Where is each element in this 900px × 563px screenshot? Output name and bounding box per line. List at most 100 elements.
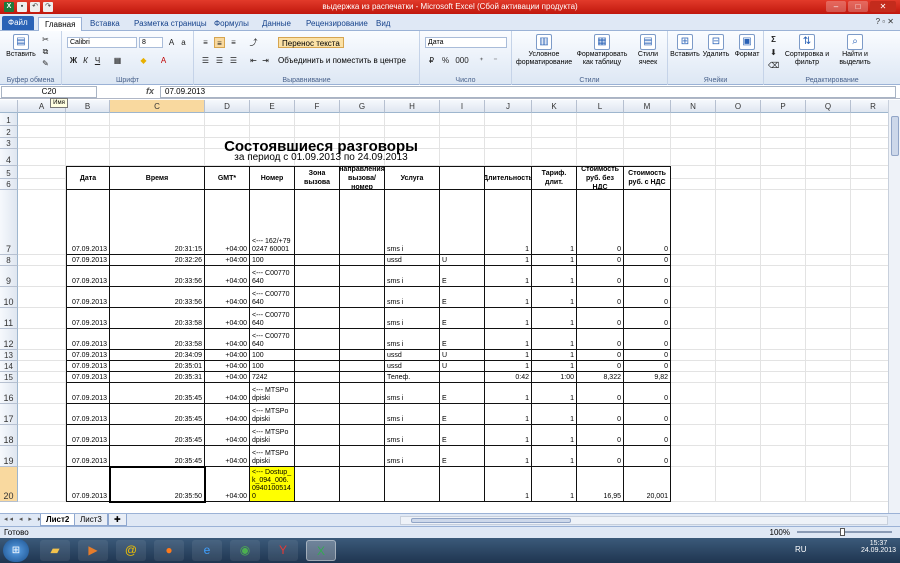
- empty-cell[interactable]: [761, 372, 806, 383]
- column-header-O[interactable]: O: [716, 100, 761, 113]
- zone-dir-cell[interactable]: [340, 361, 385, 372]
- flag-cell[interactable]: E: [440, 404, 485, 425]
- service-cell[interactable]: sms i: [385, 308, 440, 329]
- row-header-4[interactable]: 4: [0, 149, 18, 166]
- flag-cell[interactable]: E: [440, 329, 485, 350]
- system-clock[interactable]: 15:37 24.09.2013: [861, 540, 896, 554]
- time-cell[interactable]: 20:35:45: [110, 446, 205, 467]
- empty-cell[interactable]: [66, 149, 110, 166]
- empty-cell[interactable]: [671, 255, 716, 266]
- zone-dir-cell[interactable]: [340, 446, 385, 467]
- empty-cell[interactable]: [806, 467, 851, 502]
- number-cell[interactable]: <--- Dostup_k_094_006.09401005140: [250, 467, 295, 502]
- empty-cell[interactable]: [716, 446, 761, 467]
- duration-cell[interactable]: 1: [485, 361, 532, 372]
- empty-cell[interactable]: [806, 446, 851, 467]
- cost-no-vat-cell[interactable]: 0: [577, 383, 624, 404]
- date-cell[interactable]: 07.09.2013: [66, 425, 110, 446]
- column-header-L[interactable]: L: [577, 100, 624, 113]
- cost-vat-cell[interactable]: 0: [624, 287, 671, 308]
- number-cell[interactable]: <--- C00770640: [250, 287, 295, 308]
- empty-cell[interactable]: [205, 113, 250, 126]
- yandex-browser-icon[interactable]: Y: [268, 540, 298, 561]
- empty-cell[interactable]: [716, 138, 761, 149]
- row-header-9[interactable]: 9: [0, 266, 18, 287]
- find-select-button[interactable]: ⌕ Найти и выделить: [832, 34, 878, 67]
- date-cell[interactable]: 07.09.2013: [66, 266, 110, 287]
- date-cell[interactable]: 07.09.2013: [66, 372, 110, 383]
- number-cell[interactable]: <--- MTSPodpiski: [250, 425, 295, 446]
- service-cell[interactable]: ussd: [385, 255, 440, 266]
- empty-cell[interactable]: [250, 113, 295, 126]
- empty-cell[interactable]: [18, 287, 66, 308]
- empty-cell[interactable]: [18, 446, 66, 467]
- time-cell[interactable]: 20:33:58: [110, 308, 205, 329]
- row-header-12[interactable]: 12: [0, 329, 18, 350]
- underline-button[interactable]: Ч: [92, 55, 103, 66]
- empty-cell[interactable]: [205, 126, 250, 138]
- gmt-cell[interactable]: +04:00: [205, 329, 250, 350]
- empty-cell[interactable]: [851, 467, 888, 502]
- empty-cell[interactable]: [671, 126, 716, 138]
- cost-no-vat-cell[interactable]: 0: [577, 350, 624, 361]
- empty-cell[interactable]: [671, 179, 716, 190]
- start-button[interactable]: ⊞: [3, 539, 29, 562]
- date-cell[interactable]: 07.09.2013: [66, 467, 110, 502]
- empty-cell[interactable]: [250, 126, 295, 138]
- empty-cell[interactable]: [18, 190, 66, 255]
- gmt-cell[interactable]: +04:00: [205, 404, 250, 425]
- empty-cell[interactable]: [716, 372, 761, 383]
- zone-dir-cell[interactable]: [340, 287, 385, 308]
- empty-cell[interactable]: [806, 404, 851, 425]
- row-header-5[interactable]: 5: [0, 166, 18, 179]
- empty-cell[interactable]: [18, 467, 66, 502]
- cost-no-vat-cell[interactable]: 0: [577, 425, 624, 446]
- cost-no-vat-cell[interactable]: 0: [577, 266, 624, 287]
- cost-vat-cell[interactable]: 0: [624, 308, 671, 329]
- date-cell[interactable]: 07.09.2013: [66, 404, 110, 425]
- zone-dir-cell[interactable]: [340, 350, 385, 361]
- service-cell[interactable]: ussd: [385, 361, 440, 372]
- duration-cell[interactable]: 1: [485, 446, 532, 467]
- row-header-6[interactable]: 6: [0, 179, 18, 190]
- wrap-text-button[interactable]: Перенос текста: [278, 37, 344, 48]
- empty-cell[interactable]: [532, 138, 577, 149]
- empty-cell[interactable]: [624, 126, 671, 138]
- service-cell[interactable]: sms i: [385, 404, 440, 425]
- empty-cell[interactable]: [385, 113, 440, 126]
- empty-cell[interactable]: [806, 255, 851, 266]
- font-size-box[interactable]: 8: [139, 37, 163, 48]
- gmt-cell[interactable]: +04:00: [205, 287, 250, 308]
- row-header-20[interactable]: 20: [0, 467, 18, 502]
- cost-no-vat-cell[interactable]: 0: [577, 255, 624, 266]
- sheet-tab-2[interactable]: Лист2: [40, 514, 76, 526]
- tariff-cell[interactable]: 1:00: [532, 372, 577, 383]
- empty-cell[interactable]: [295, 113, 340, 126]
- gmt-cell[interactable]: +04:00: [205, 255, 250, 266]
- align-center-icon[interactable]: ☰: [214, 55, 225, 66]
- zone-dir-cell[interactable]: [340, 308, 385, 329]
- service-cell[interactable]: [385, 467, 440, 502]
- empty-cell[interactable]: [110, 113, 205, 126]
- orientation-icon[interactable]: ⤴: [248, 37, 259, 48]
- empty-cell[interactable]: [716, 329, 761, 350]
- empty-cell[interactable]: [851, 425, 888, 446]
- zone-dir-cell[interactable]: [340, 372, 385, 383]
- gmt-cell[interactable]: +04:00: [205, 350, 250, 361]
- number-cell[interactable]: 7242: [250, 372, 295, 383]
- empty-cell[interactable]: [577, 138, 624, 149]
- empty-cell[interactable]: [66, 126, 110, 138]
- empty-cell[interactable]: [851, 190, 888, 255]
- zone-call-cell[interactable]: [295, 361, 340, 372]
- flag-cell[interactable]: [440, 467, 485, 502]
- empty-cell[interactable]: [671, 166, 716, 179]
- align-top-icon[interactable]: ≡: [200, 37, 211, 48]
- cost-vat-cell[interactable]: 0: [624, 446, 671, 467]
- tariff-cell[interactable]: 1: [532, 255, 577, 266]
- row-header-8[interactable]: 8: [0, 255, 18, 266]
- cost-vat-cell[interactable]: 9,82: [624, 372, 671, 383]
- increase-decimal-icon[interactable]: ⁺: [476, 55, 487, 66]
- empty-cell[interactable]: [716, 383, 761, 404]
- empty-cell[interactable]: [18, 308, 66, 329]
- service-cell[interactable]: sms i: [385, 446, 440, 467]
